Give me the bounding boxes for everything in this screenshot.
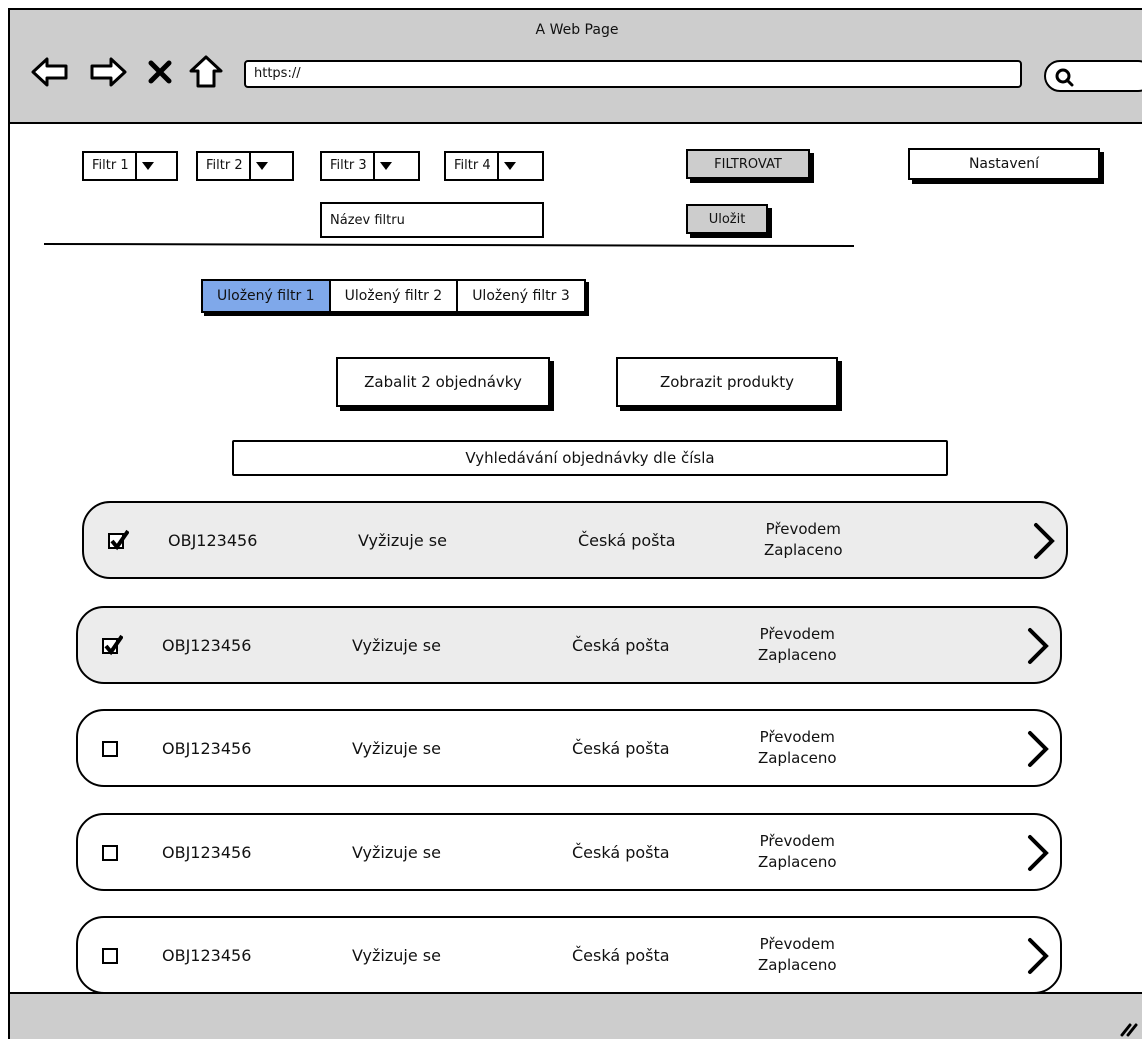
order-carrier: Česká pošta: [572, 738, 670, 758]
payment-status: Zaplaceno: [758, 749, 837, 767]
divider: [43, 242, 855, 248]
chevron-down-icon: [134, 153, 159, 179]
page-content: Filtr 1 Filtr 2 Filtr 3 Filtr 4 FILTROVA…: [10, 124, 1142, 994]
browser-window: A Web Page https:// Filtr 1 Filtr 2 Filt…: [8, 8, 1142, 1039]
back-arrow-icon[interactable]: [30, 54, 70, 90]
payment-method: Převodem: [759, 728, 835, 746]
filter-select-2[interactable]: Filtr 2: [196, 151, 294, 181]
checkmark-icon: [104, 634, 123, 656]
order-carrier: Česká pošta: [572, 635, 670, 655]
order-payment: Převodem Zaplaceno: [758, 711, 837, 785]
row-checkbox[interactable]: [102, 948, 118, 964]
checkmark-icon: [110, 529, 129, 551]
save-button[interactable]: Uložit: [686, 204, 768, 234]
chevron-right-icon[interactable]: [1026, 626, 1050, 666]
payment-method: Převodem: [765, 520, 841, 538]
order-status: Vyžizuje se: [352, 738, 441, 758]
order-payment: Převodem Zaplaceno: [758, 608, 837, 682]
chevron-right-icon[interactable]: [1026, 729, 1050, 769]
chevron-down-icon: [372, 153, 397, 179]
payment-status: Zaplaceno: [758, 646, 837, 664]
payment-status: Zaplaceno: [758, 956, 837, 974]
filter-select-3[interactable]: Filtr 3: [320, 151, 420, 181]
filter-select-1[interactable]: Filtr 1: [82, 151, 178, 181]
browser-chrome: A Web Page https://: [10, 10, 1142, 124]
filter-select-4[interactable]: Filtr 4: [444, 151, 544, 181]
filter-select-label: Filtr 3: [330, 158, 367, 173]
order-row[interactable]: OBJ123456 Vyžizuje se Česká pošta Převod…: [76, 813, 1062, 891]
home-icon[interactable]: [188, 54, 224, 90]
resize-handle-icon[interactable]: [1116, 1015, 1138, 1037]
url-bar[interactable]: https://: [244, 60, 1022, 88]
filter-button[interactable]: FILTROVAT: [686, 149, 810, 179]
tab-saved-filter-2[interactable]: Uložený filtr 2: [330, 281, 459, 311]
order-row[interactable]: OBJ123456 Vyžizuje se Česká pošta Převod…: [76, 606, 1062, 684]
payment-method: Převodem: [759, 935, 835, 953]
payment-method: Převodem: [759, 625, 835, 643]
order-carrier: Česká pošta: [572, 945, 670, 965]
order-payment: Převodem Zaplaceno: [764, 503, 843, 577]
row-checkbox[interactable]: [102, 845, 118, 861]
order-id: OBJ123456: [162, 842, 252, 862]
order-payment: Převodem Zaplaceno: [758, 815, 837, 889]
order-id: OBJ123456: [162, 738, 252, 758]
forward-arrow-icon[interactable]: [88, 54, 128, 90]
filter-name-field[interactable]: Název filtru: [320, 202, 544, 238]
row-checkbox[interactable]: [108, 529, 129, 551]
show-products-button[interactable]: Zobrazit produkty: [616, 357, 838, 407]
browser-search[interactable]: [1044, 60, 1142, 92]
saved-filter-tabs: Uložený filtr 1 Uložený filtr 2 Uložený …: [201, 279, 586, 313]
order-row[interactable]: OBJ123456 Vyžizuje se Česká pošta Převod…: [76, 709, 1062, 787]
row-checkbox[interactable]: [102, 741, 118, 757]
search-icon: [1055, 68, 1074, 87]
order-status: Vyžizuje se: [358, 530, 447, 550]
order-carrier: Česká pošta: [572, 842, 670, 862]
chevron-down-icon: [248, 153, 273, 179]
chevron-down-icon: [496, 153, 521, 179]
filter-select-label: Filtr 2: [206, 158, 243, 173]
filter-select-label: Filtr 4: [454, 158, 491, 173]
row-checkbox[interactable]: [102, 634, 123, 656]
pack-orders-button[interactable]: Zabalit 2 objednávky: [336, 357, 550, 407]
order-search-input[interactable]: Vyhledávání objednávky dle čísla: [232, 440, 948, 476]
order-carrier: Česká pošta: [578, 530, 676, 550]
order-id: OBJ123456: [162, 635, 252, 655]
order-row[interactable]: OBJ123456 Vyžizuje se Česká pošta Převod…: [82, 501, 1068, 579]
payment-method: Převodem: [759, 832, 835, 850]
filter-select-label: Filtr 1: [92, 158, 129, 173]
chevron-right-icon[interactable]: [1026, 936, 1050, 976]
payment-status: Zaplaceno: [758, 853, 837, 871]
tab-saved-filter-3[interactable]: Uložený filtr 3: [458, 281, 584, 311]
order-status: Vyžizuje se: [352, 842, 441, 862]
order-status: Vyžizuje se: [352, 635, 441, 655]
order-status: Vyžizuje se: [352, 945, 441, 965]
order-payment: Převodem Zaplaceno: [758, 918, 837, 992]
chevron-right-icon[interactable]: [1026, 833, 1050, 873]
order-row[interactable]: OBJ123456 Vyžizuje se Česká pošta Převod…: [76, 916, 1062, 994]
settings-button[interactable]: Nastavení: [908, 148, 1100, 180]
status-bar: [10, 992, 1142, 1039]
tab-saved-filter-1[interactable]: Uložený filtr 1: [203, 281, 331, 311]
order-id: OBJ123456: [162, 945, 252, 965]
window-title: A Web Page: [535, 22, 619, 38]
payment-status: Zaplaceno: [764, 541, 843, 559]
close-icon[interactable]: [146, 54, 174, 90]
order-id: OBJ123456: [168, 530, 258, 550]
chevron-right-icon[interactable]: [1032, 521, 1056, 561]
